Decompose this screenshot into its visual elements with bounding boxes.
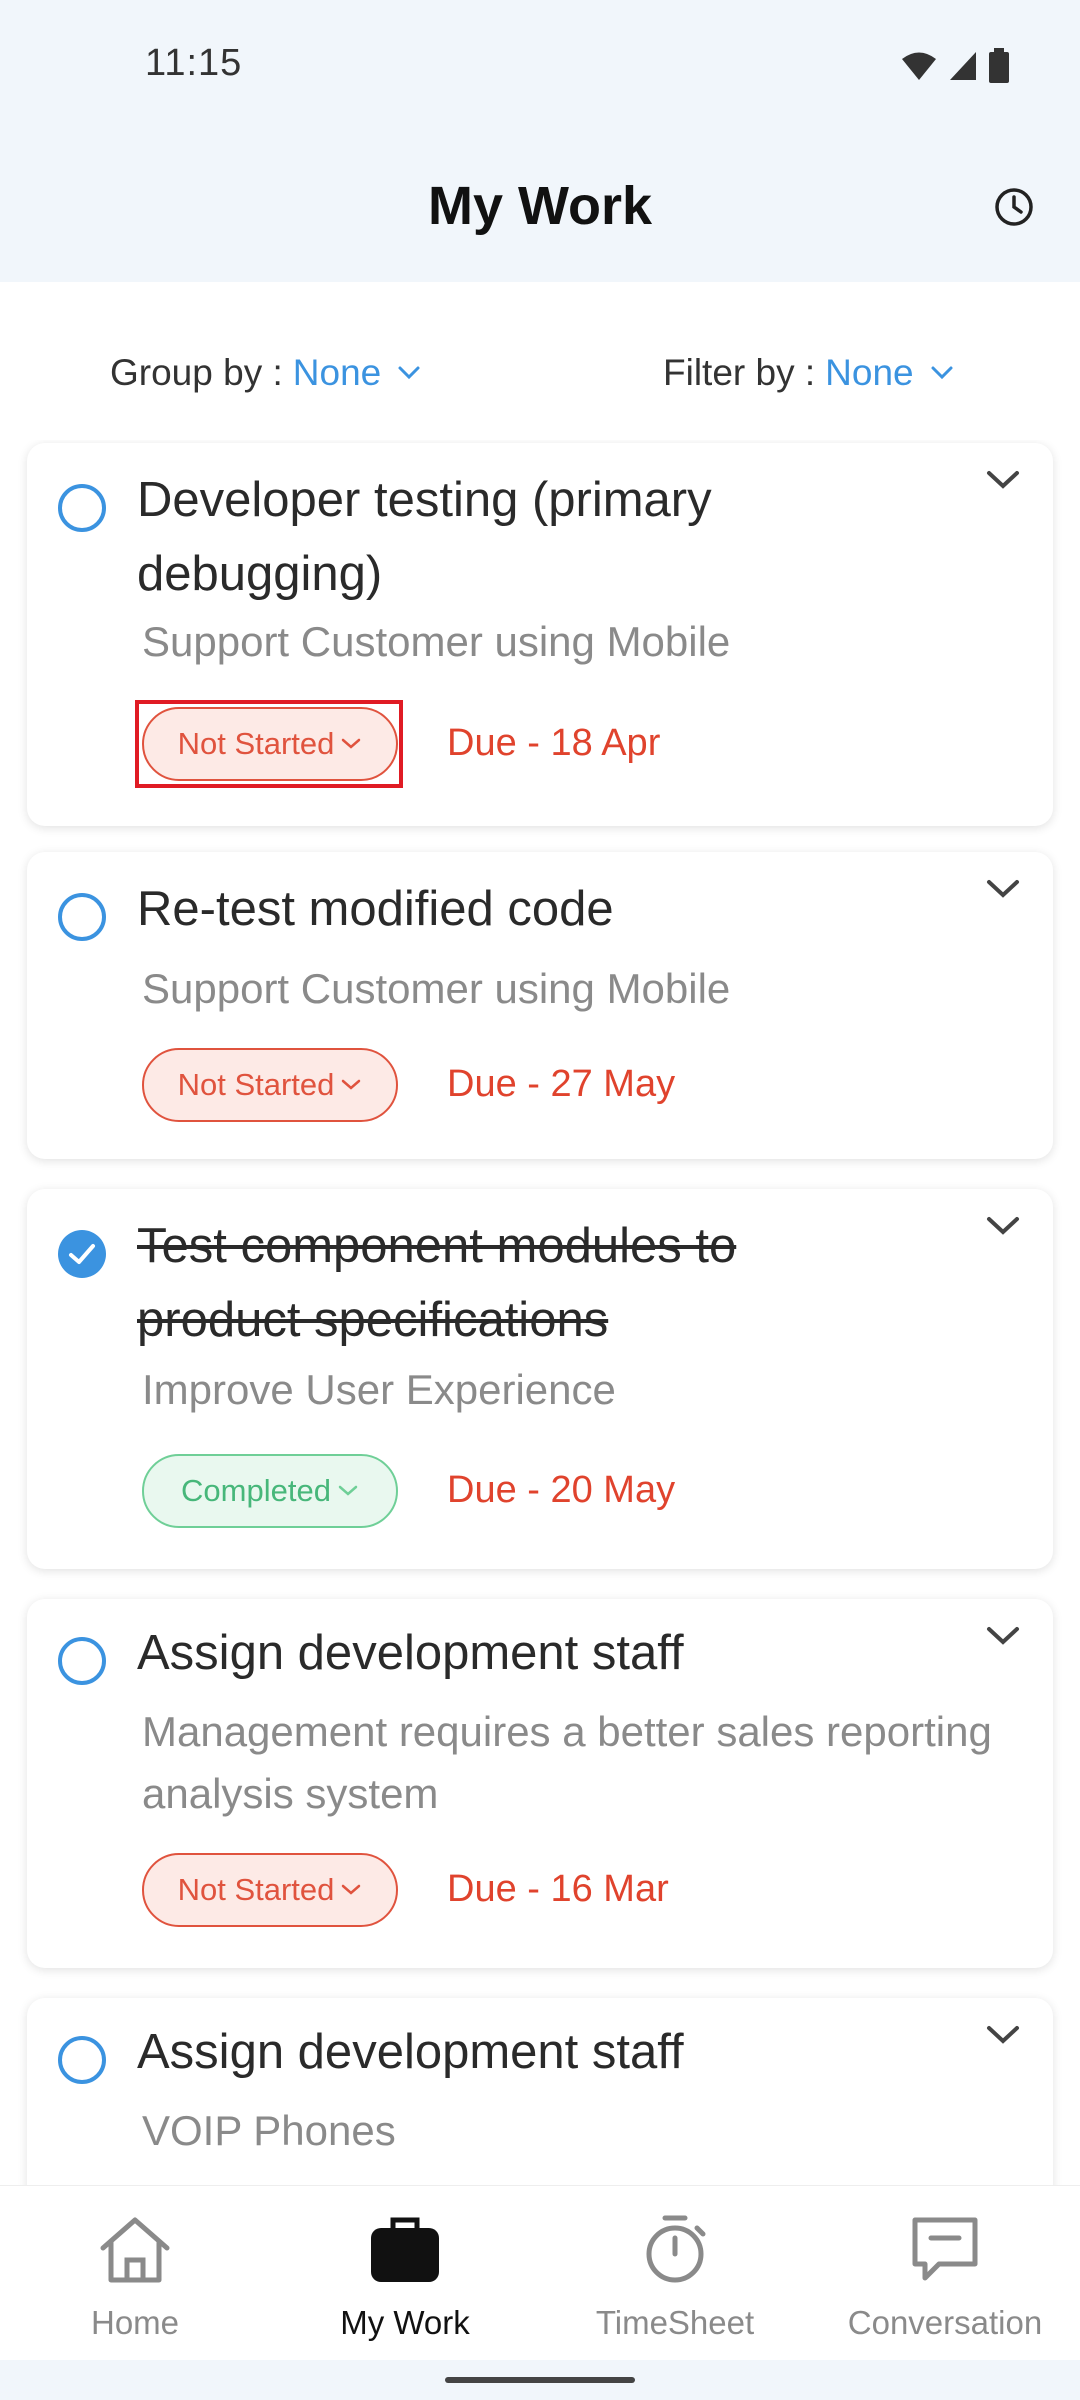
due-date: Due - 20 May [447,1469,676,1511]
battery-icon [989,48,1009,83]
due-date: Due - 27 May [447,1063,676,1105]
nav-label: Conversation [847,2304,1043,2341]
task-checkbox-icon[interactable] [57,483,107,533]
stopwatch-icon [646,2215,706,2283]
task-title: Assign development staff [137,2025,684,2079]
checked-circle-icon[interactable] [57,1229,107,1279]
status-dropdown[interactable]: Not Started [142,1048,398,1122]
history-clock-icon[interactable] [992,185,1036,229]
nav-timesheet[interactable]: TimeSheet [540,2186,810,2361]
filter-by-label: Filter by : [663,352,816,393]
nav-conversation[interactable]: Conversation [810,2186,1080,2361]
status-icons [900,48,1010,84]
task-project: Support Customer using Mobile [142,965,731,1012]
task-checkbox-icon[interactable] [57,1636,107,1686]
filter-by-selector[interactable]: Filter by : None [663,352,954,394]
chevron-down-icon[interactable] [983,1621,1023,1651]
chevron-down-icon[interactable] [983,874,1023,904]
group-by-selector[interactable]: Group by : None [110,352,421,394]
page-title: My Work [427,176,653,236]
filter-by-value: None [825,352,914,393]
status-label: Completed [181,1473,331,1508]
status-bar: 11:15 [0,0,1080,135]
task-card[interactable]: Developer testing (primary debugging) Su… [27,443,1053,826]
status-label: Not Started [177,1067,335,1102]
task-title: Assign development staff [137,1626,684,1680]
nav-label: TimeSheet [595,2304,755,2341]
status-dropdown[interactable]: Not Started [142,1853,398,1927]
briefcase-icon [371,2217,439,2282]
chevron-down-icon [342,1884,361,1895]
task-title: Test component modules to product specif… [137,1219,737,1347]
nav-label: My Work [340,2304,470,2341]
chevron-down-icon [931,366,953,380]
task-card[interactable]: Re-test modified code Support Customer u… [27,852,1053,1159]
due-date: Due - 18 Apr [447,722,661,764]
chevron-down-icon[interactable] [983,1211,1023,1241]
chat-icon [912,2217,978,2281]
status-time: 11:15 [145,42,243,84]
task-title: Re-test modified code [137,882,614,936]
task-project: Support Customer using Mobile [142,618,731,665]
task-title: Developer testing (primary debugging) [137,473,712,601]
app-header: My Work [0,135,1080,282]
due-date: Due - 16 Mar [447,1868,669,1910]
chevron-down-icon[interactable] [983,2020,1023,2050]
task-card[interactable]: Test component modules to product specif… [27,1189,1053,1569]
filter-row: Group by : None Filter by : None [0,340,1080,400]
task-checkbox-icon[interactable] [57,892,107,942]
task-project: VOIP Phones [142,2107,396,2154]
chevron-down-icon [398,366,420,380]
wifi-icon [902,52,936,80]
nav-my-work[interactable]: My Work [270,2186,540,2361]
status-dropdown[interactable]: Completed [142,1454,398,1528]
signal-icon [950,52,976,80]
nav-home[interactable]: Home [0,2186,270,2361]
task-project: Management requires a better sales repor… [142,1708,992,1817]
group-by-value: None [292,352,382,393]
status-label: Not Started [177,1872,335,1907]
chevron-down-icon[interactable] [983,465,1023,495]
chevron-down-icon [342,1079,361,1090]
gesture-area [0,2360,1080,2400]
task-card[interactable]: Assign development staff Management requ… [27,1599,1053,1968]
group-by-label: Group by : [110,352,283,393]
task-card[interactable]: Assign development staff VOIP Phones [27,1998,1053,2185]
task-list: Developer testing (primary debugging) Su… [0,440,1080,2185]
chevron-down-icon [338,1485,358,1496]
nav-label: Home [90,2304,180,2341]
gesture-bar[interactable] [445,2377,635,2383]
bottom-nav: Home My Work TimeSheet Conversation [0,2185,1080,2361]
task-project: Improve User Experience [142,1366,616,1413]
selection-highlight [135,700,403,788]
task-checkbox-icon[interactable] [57,2035,107,2085]
home-icon [100,2217,170,2283]
